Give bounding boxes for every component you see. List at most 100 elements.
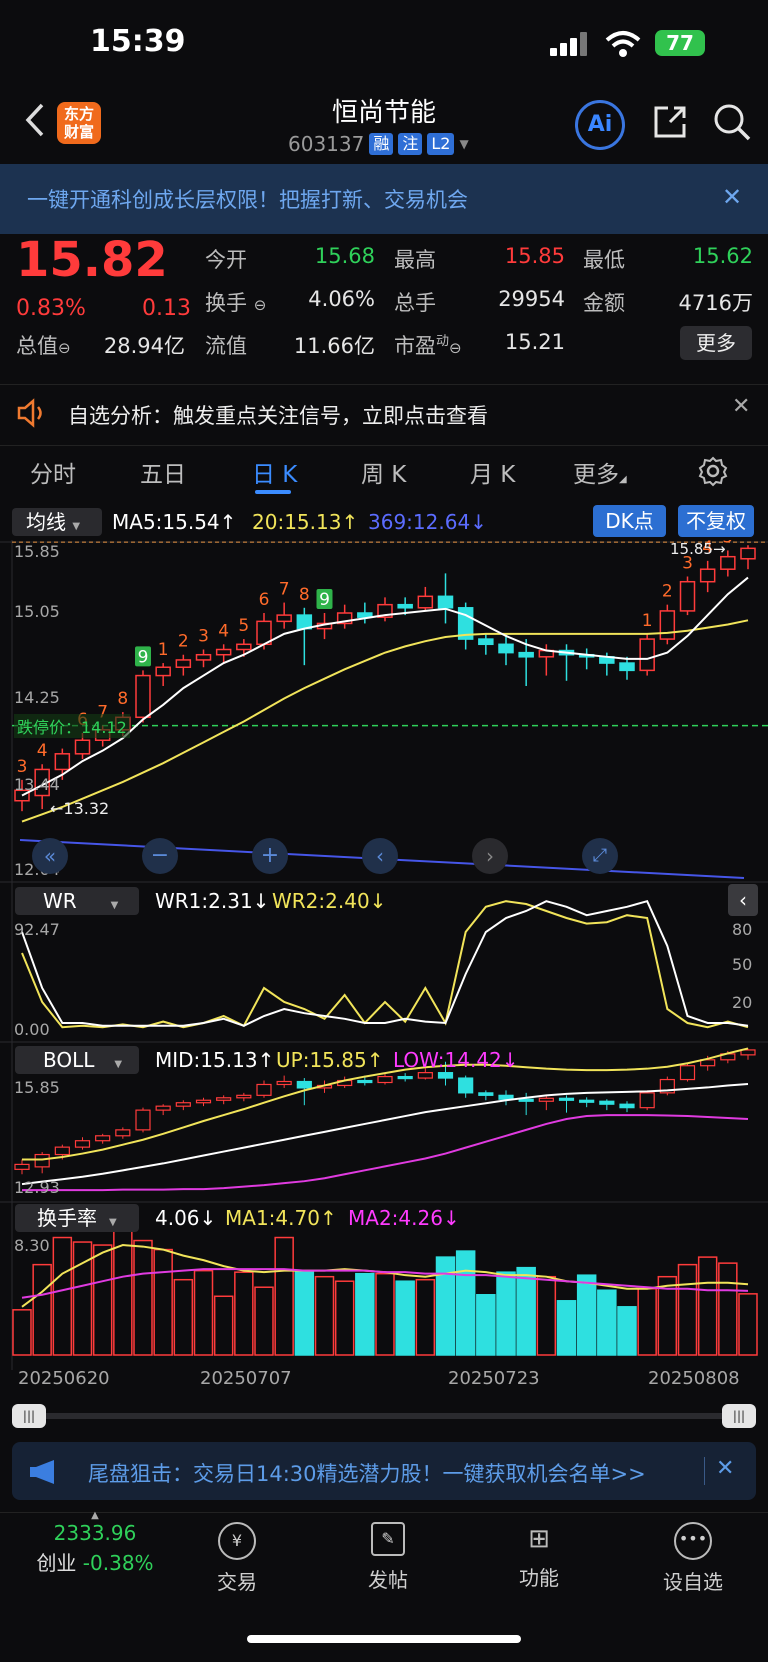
boll-candle-body (478, 1092, 494, 1096)
tab-daily-k[interactable]: 日 K (252, 455, 297, 489)
wr1-line (21, 900, 749, 1027)
open-value: 15.68 (314, 244, 375, 268)
turnover-bar (234, 1271, 254, 1356)
nav-add-watchlist[interactable]: ••• 设自选 (638, 1522, 748, 1595)
stock-code-row[interactable]: 603137 融 注 L2 ▼ (288, 132, 469, 156)
turnover-bar (334, 1280, 355, 1356)
candle-body (397, 603, 413, 609)
index-ticker[interactable]: ▲ 2333.96 创业 -0.38% (20, 1510, 170, 1576)
candle-body (155, 666, 171, 677)
ai-assistant-button[interactable]: Ai (575, 100, 625, 150)
low-value: 15.62 (692, 244, 753, 268)
battery-indicator: 77 (655, 30, 705, 56)
date-label: 20250723 (448, 1368, 540, 1389)
zoom-out-icon[interactable]: − (142, 838, 178, 874)
close-icon[interactable]: ✕ (722, 183, 742, 211)
step-forward-icon[interactable]: › (472, 838, 508, 874)
step-back-icon[interactable]: ‹ (362, 838, 398, 874)
info-icon: ⊖ (58, 339, 71, 357)
close-icon[interactable]: ✕ (716, 1456, 734, 1481)
stock-chart[interactable]: 346789123456789123456 (0, 540, 768, 1370)
date-label: 20250707 (200, 1368, 292, 1389)
nav-post[interactable]: ✎ 发帖 (333, 1522, 443, 1593)
nav-trade[interactable]: ¥ 交易 (182, 1522, 292, 1595)
turnover-bar (516, 1266, 536, 1356)
turnover-bar (576, 1274, 597, 1356)
tab-more[interactable]: 更多◢ (573, 455, 627, 489)
boll-candle-body (538, 1097, 554, 1102)
candle-body (135, 674, 151, 719)
promo-text[interactable]: 一键开通科创成长层权限！把握打新、交易机会 (27, 184, 468, 214)
chart-scrollbar[interactable]: ||| ||| (12, 1404, 756, 1428)
turnover-label: 换手 ⊖ (205, 291, 267, 315)
wr2-label: WR2:2.40↓ (272, 889, 387, 913)
candle-body (74, 739, 91, 755)
collapse-panel-icon[interactable]: ‹ (728, 884, 758, 916)
boll-candle-body (417, 1072, 433, 1079)
active-tab-indicator (255, 490, 291, 494)
adjustment-button[interactable]: 不复权 (678, 505, 754, 537)
tab-weekly-k[interactable]: 周 K (361, 455, 406, 489)
limit-down-label: 跌停价：14.12 (14, 714, 130, 738)
fullscreen-icon[interactable]: ⤢ (582, 838, 618, 874)
info-icon: ⊖ (449, 339, 462, 357)
boll-axis-top: 15.85 (14, 1078, 60, 1097)
candle-body (276, 614, 292, 623)
close-icon[interactable]: ✕ (732, 394, 750, 419)
boll-candle-body (236, 1094, 252, 1099)
change-amount: 0.13 (142, 296, 191, 321)
nav-functions[interactable]: ⊞ 功能 (484, 1522, 594, 1591)
dk-point-button[interactable]: DK点 (593, 505, 666, 537)
wr-select[interactable]: WR ▼ (15, 887, 139, 915)
boll-candle-body (34, 1153, 50, 1168)
signal-number: 1 (642, 611, 653, 631)
turnover-select[interactable]: 换手率 ▼ (15, 1204, 139, 1232)
gear-icon[interactable] (697, 455, 729, 487)
bottom-promo-text[interactable]: 尾盘狙击：交易日14:30精选潜力股！一键获取机会名单>> (88, 1458, 646, 1488)
turnover-bar (697, 1256, 718, 1356)
wr1-label: WR1:2.31↓ (155, 889, 270, 913)
tab-five-day[interactable]: 五日 (140, 455, 186, 489)
signal-number: 1 (158, 640, 169, 660)
turnover-bar (92, 1244, 113, 1356)
zoom-in-icon[interactable]: + (252, 838, 288, 874)
candle-body (175, 659, 192, 668)
tab-monthly-k[interactable]: 月 K (470, 455, 515, 489)
turnover-bar (455, 1250, 476, 1356)
scroll-handle-left[interactable]: ||| (12, 1404, 46, 1428)
candle-body (437, 595, 454, 609)
mktcap-label: 总值⊖ (16, 334, 71, 358)
turnover-bar (294, 1271, 315, 1356)
turnover-bar (637, 1287, 657, 1356)
date-label: 20250808 (648, 1368, 740, 1389)
turnover-ma2-label: MA2:4.26↓ (348, 1206, 460, 1230)
rewind-icon[interactable]: « (32, 838, 68, 874)
low-price-marker: ←13.32 (50, 799, 110, 818)
mktcap-value: 28.94亿 (103, 334, 185, 358)
tab-intraday[interactable]: 分时 (30, 455, 76, 489)
edit-icon: ✎ (371, 1522, 405, 1556)
boll-candle-body (619, 1103, 635, 1109)
boll-select[interactable]: BOLL ▼ (15, 1046, 139, 1074)
share-icon[interactable] (650, 102, 690, 142)
indicator-select[interactable]: 均线 ▼ (12, 508, 102, 536)
more-button[interactable]: 更多 (680, 326, 752, 360)
boll-candle-body (175, 1102, 191, 1107)
turnover-bar (32, 1263, 52, 1356)
stock-code: 603137 (288, 132, 365, 156)
scroll-handle-right[interactable]: ||| (722, 1404, 756, 1428)
boll-mid-label: MID:15.13↑ (155, 1048, 275, 1072)
more-dots-icon: ••• (674, 1522, 712, 1560)
alert-text[interactable]: 自选分析：触发重点关注信号，立即点击查看 (68, 400, 488, 430)
search-icon[interactable] (712, 102, 752, 142)
turnover-bar (415, 1278, 436, 1356)
grid-icon: ⊞ (528, 1524, 550, 1554)
candle-body (740, 547, 756, 560)
turnover-bar (173, 1278, 194, 1356)
boll-candle-body (458, 1077, 474, 1094)
turnover-ma1-label: MA1:4.70↑ (225, 1206, 337, 1230)
candle-body (54, 753, 71, 771)
trade-icon: ¥ (218, 1522, 256, 1560)
turnover-axis-top: 8.30 (14, 1236, 50, 1255)
boll-candle-body (216, 1097, 232, 1101)
